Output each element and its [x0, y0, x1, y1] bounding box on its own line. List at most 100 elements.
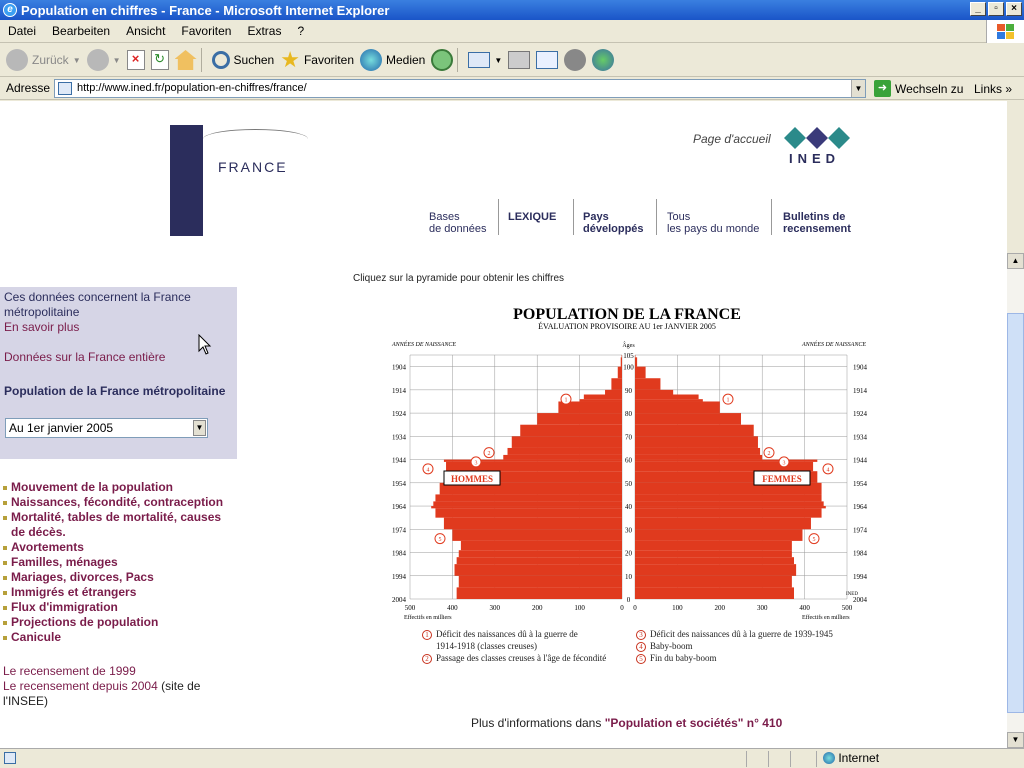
printer-icon: [508, 51, 531, 69]
menu-ansicht[interactable]: Ansicht: [118, 24, 173, 38]
nav-developed-countries[interactable]: Pays développés: [583, 211, 644, 235]
male-bar: [458, 550, 622, 558]
back-button[interactable]: Zurück ▼: [6, 49, 81, 71]
menu-item[interactable]: Mariages, divorces, Pacs: [3, 570, 233, 585]
right-axis-title: ANNÉES DE NAISSANCE: [801, 340, 866, 348]
birth-year-label: 1944: [853, 457, 868, 465]
messenger-button[interactable]: [592, 49, 615, 71]
date-select[interactable]: Au 1er janvier 2005 ▼: [5, 418, 208, 438]
male-bar: [454, 564, 622, 576]
stop-button[interactable]: ×: [126, 50, 145, 70]
whole-france-link[interactable]: Données sur la France entière: [4, 350, 165, 364]
menu-item[interactable]: Immigrés et étrangers: [3, 585, 233, 600]
nav-divider: [656, 199, 657, 235]
male-bar: [537, 413, 622, 425]
history-button[interactable]: [431, 49, 454, 71]
x-axis-label: Effectifs en milliers: [802, 614, 850, 621]
nav-census-bulletins[interactable]: Bulletins de recensement: [783, 211, 851, 235]
nav-all-countries[interactable]: Tous les pays du monde: [667, 211, 759, 235]
address-input[interactable]: http://www.ined.fr/population-en-chiffre…: [54, 79, 866, 98]
minimize-button[interactable]: _: [970, 2, 986, 16]
x-tick-label: 300: [490, 604, 501, 612]
print-button[interactable]: [508, 51, 531, 69]
links-button[interactable]: Links »: [974, 82, 1012, 96]
more-info-line: Plus d'informations dans "Population et …: [471, 716, 783, 730]
search-icon: [211, 51, 230, 69]
birth-year-label: 1984: [392, 550, 407, 558]
male-bar: [583, 394, 622, 400]
menu-item[interactable]: Canicule: [3, 630, 233, 645]
menu-extras[interactable]: Extras: [239, 24, 289, 38]
female-bar: [635, 447, 761, 455]
menu-item[interactable]: Avortements: [3, 540, 233, 555]
menu-item[interactable]: Naissances, fécondité, contraception: [3, 495, 233, 510]
male-bar: [443, 517, 622, 530]
address-label: Adresse: [6, 81, 51, 95]
window-title: Population en chiffres - France - Micros…: [21, 2, 390, 18]
scroll-down-button[interactable]: ▼: [1007, 732, 1024, 748]
maximize-button[interactable]: ▫: [988, 2, 1004, 16]
favorites-button[interactable]: ★ Favoriten: [280, 49, 354, 71]
search-button[interactable]: Suchen: [211, 51, 274, 69]
nav-lexique[interactable]: LEXIQUE: [508, 211, 556, 223]
scroll-up-button[interactable]: ▲: [1007, 253, 1024, 269]
census-2004-link[interactable]: Le recensement depuis 2004: [3, 679, 158, 693]
media-button[interactable]: Medien: [360, 49, 425, 71]
menu-item[interactable]: Familles, ménages: [3, 555, 233, 570]
female-bar: [635, 454, 763, 460]
status-bar: Internet: [0, 748, 1024, 768]
edit-button[interactable]: [536, 51, 559, 69]
population-societes-link[interactable]: "Population et sociétés" n° 410: [605, 716, 783, 730]
age-tick-label: 50: [625, 480, 633, 488]
menu-bearbeiten[interactable]: Bearbeiten: [44, 24, 118, 38]
census-1999-link[interactable]: Le recensement de 1999: [3, 664, 233, 679]
birth-year-label: 1974: [392, 526, 407, 534]
age-tick-label: 10: [625, 573, 633, 581]
address-dropdown-button[interactable]: ▼: [851, 80, 865, 97]
discuss-button[interactable]: [564, 49, 587, 71]
page-content: FRANCE Page d'accueil INED Bases de donné…: [0, 101, 1007, 748]
more-info-link[interactable]: En savoir plus: [4, 320, 79, 334]
menu-item[interactable]: Mortalité, tables de mortalité, causes d…: [3, 510, 233, 540]
legend-item-5: 5 Fin du baby-boom: [636, 652, 833, 664]
female-bar: [635, 378, 661, 390]
female-bar: [635, 575, 792, 588]
birth-year-label: 1944: [392, 457, 407, 465]
birth-year-label: 1924: [853, 410, 868, 418]
age-tick-label: 80: [625, 410, 633, 418]
population-pyramid-chart[interactable]: 1051009080706050403020100500 500400 400300…: [384, 337, 874, 622]
male-bar: [605, 389, 622, 395]
mail-button[interactable]: ▼: [468, 52, 502, 68]
messenger-icon: [592, 49, 615, 71]
credit-label: INED: [846, 592, 858, 597]
menu-item[interactable]: Projections de population: [3, 615, 233, 630]
x-tick-label: 0: [633, 604, 637, 612]
menu-item[interactable]: Mouvement de la population: [3, 480, 233, 495]
female-bar: [635, 401, 720, 414]
scroll-thumb[interactable]: [1007, 313, 1024, 713]
refresh-button[interactable]: ↻: [150, 50, 169, 70]
home-link[interactable]: Page d'accueil: [693, 132, 771, 146]
x-tick-label: 0: [620, 604, 624, 612]
male-bar: [456, 587, 622, 599]
age-tick-label: 40: [625, 503, 633, 511]
menu-favoriten[interactable]: Favoriten: [173, 24, 239, 38]
x-tick-label: 200: [532, 604, 543, 612]
go-button[interactable]: ➜ Wechseln zu: [874, 80, 963, 97]
annotation-label: 1: [727, 398, 730, 404]
nav-databases[interactable]: Bases de données: [429, 211, 487, 235]
menu-datei[interactable]: Datei: [0, 24, 44, 38]
menu-help[interactable]: ?: [289, 24, 312, 38]
ined-logo-icon[interactable]: [784, 127, 852, 149]
vertical-scrollbar[interactable]: ▲ ▼: [1007, 253, 1024, 748]
close-button[interactable]: ×: [1006, 2, 1022, 16]
globe-icon: [360, 49, 382, 71]
female-bar: [635, 587, 794, 599]
ined-logo-text: INED: [789, 151, 841, 166]
birth-year-label: 1964: [392, 503, 407, 511]
forward-button[interactable]: ▼: [86, 49, 121, 71]
female-label: FEMMES: [762, 474, 802, 484]
home-button[interactable]: [174, 50, 197, 70]
menu-item[interactable]: Flux d'immigration: [3, 600, 233, 615]
birth-year-label: 2004: [853, 596, 868, 604]
